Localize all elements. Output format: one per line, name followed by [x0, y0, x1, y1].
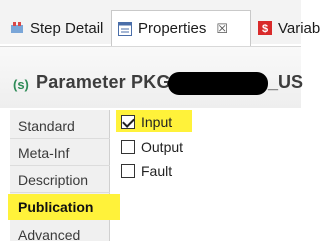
tab-variables[interactable]: $ Variabl [252, 12, 320, 44]
fault-checkbox-label: Fault [141, 163, 173, 179]
page-title: Parameter PKG_ [36, 72, 181, 92]
output-checkbox-label: Output [141, 139, 184, 155]
sidebar-item-meta-inf[interactable]: Meta-Inf [10, 140, 110, 166]
parameter-icon: (s) [13, 77, 29, 92]
sidebar-item-label: Standard [18, 117, 75, 134]
sidebar-item-advanced[interactable]: Advanced [10, 222, 110, 241]
sidebar-item-standard[interactable]: Standard [10, 113, 110, 139]
properties-icon [118, 21, 132, 36]
sidebar-item-label: Description [18, 171, 89, 188]
view-tab-strip: Step Detail Properties ☒ $ Variabl [0, 0, 320, 46]
step-detail-icon [11, 22, 23, 33]
redaction-bar [168, 72, 268, 95]
sidebar-item-label: Publication [18, 199, 94, 215]
tab-properties-label: Properties [138, 20, 207, 37]
fault-checkbox-row[interactable]: Fault [121, 161, 172, 181]
close-tab-icon[interactable]: ☒ [216, 21, 228, 37]
output-checkbox[interactable] [121, 140, 135, 154]
tab-step-detail-label: Step Detail [30, 19, 104, 37]
page-title-tail: _US [268, 72, 304, 92]
tab-variables-label: Variabl [278, 19, 320, 37]
sidebar-item-description[interactable]: Description [10, 167, 110, 193]
sidebar-item-publication[interactable]: Publication [8, 194, 120, 220]
sidebar-item-label: Advanced [18, 226, 81, 241]
variables-icon: $ [258, 21, 272, 35]
svg-text:$: $ [262, 23, 268, 35]
input-checkbox-row[interactable]: Input [121, 112, 172, 132]
fault-checkbox[interactable] [121, 164, 135, 178]
sidebar-item-label: Meta-Inf [18, 144, 70, 161]
properties-header: (s) Parameter PKG_ _US [0, 46, 304, 108]
input-checkbox-label: Input [141, 114, 173, 130]
output-checkbox-row[interactable]: Output [121, 137, 183, 157]
tab-properties[interactable]: Properties ☒ [111, 10, 251, 46]
tab-step-detail[interactable]: Step Detail [0, 12, 111, 44]
input-checkbox[interactable] [121, 115, 135, 129]
properties-sidebar: Standard Meta-Inf Description Publicatio… [8, 110, 120, 241]
